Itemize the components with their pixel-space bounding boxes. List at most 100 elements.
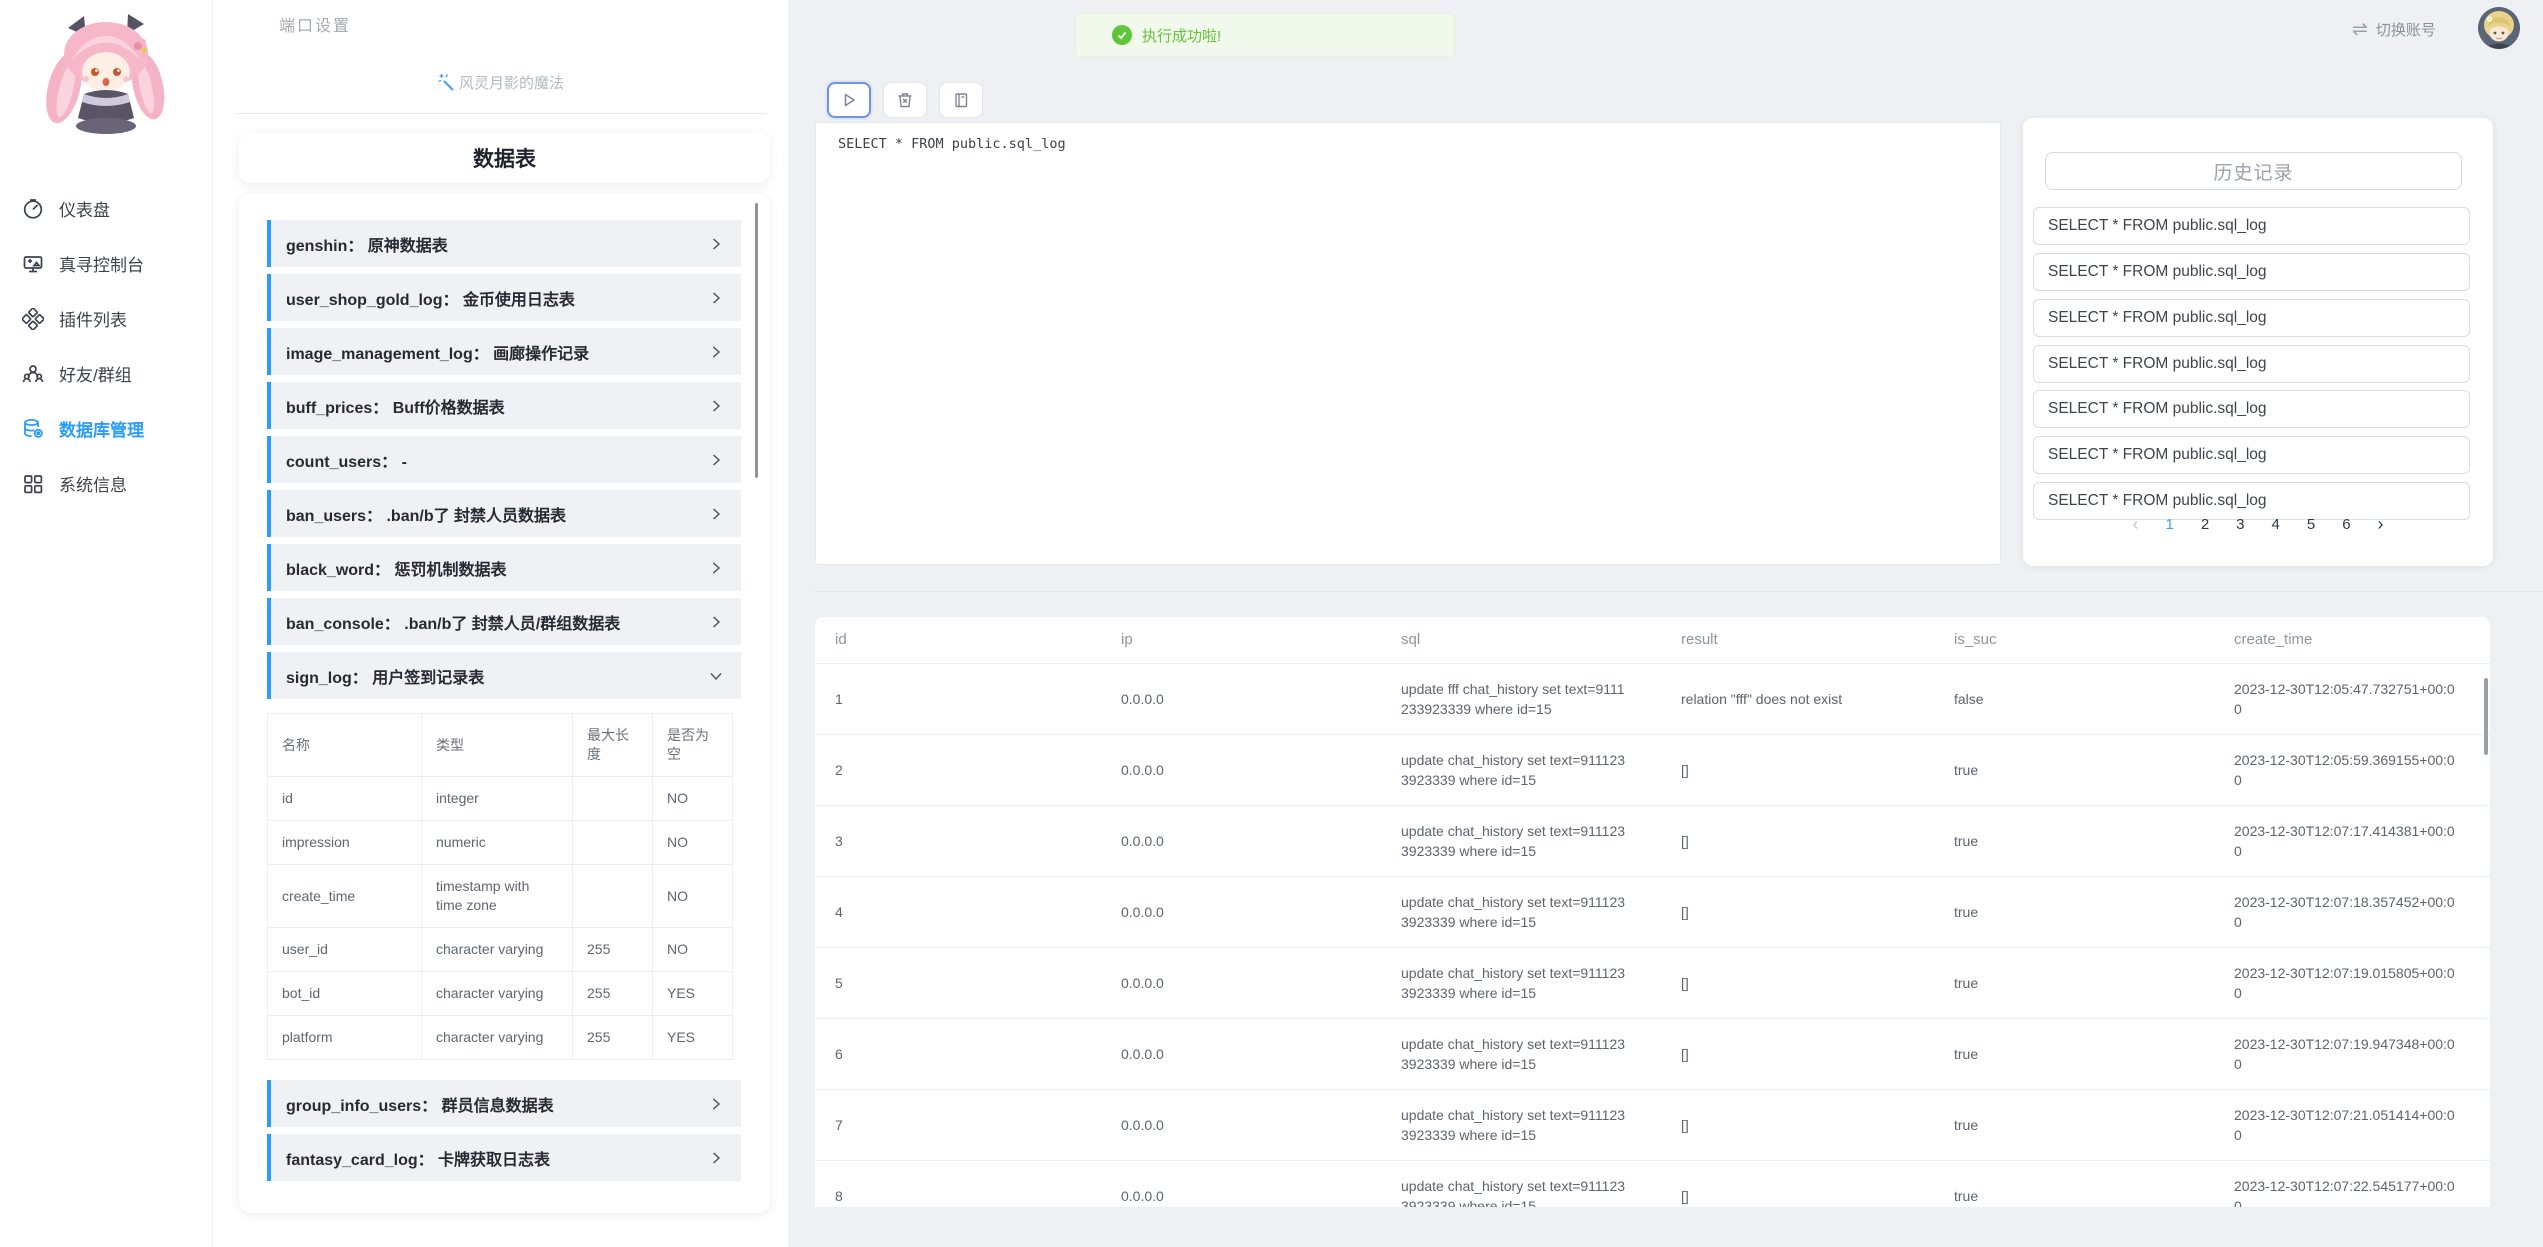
history-item[interactable]: SELECT * FROM public.sql_log — [2033, 299, 2470, 337]
pagination-page-1[interactable]: 1 — [2165, 516, 2173, 533]
run-icon — [840, 91, 858, 109]
pagination-page-6[interactable]: 6 — [2342, 516, 2350, 533]
sidebar-item-dashboard[interactable]: 仪表盘 — [0, 181, 212, 236]
table-list-item-group-info-users[interactable]: group_info_users： 群员信息数据表 — [267, 1080, 741, 1127]
results-row: 80.0.0.0update chat_history set text=911… — [815, 1160, 2490, 1207]
results-col-is-suc: is_suc — [1934, 617, 2214, 663]
sidebar-item-label: 真寻控制台 — [59, 251, 144, 276]
success-check-icon — [1112, 25, 1132, 45]
tables-panel-title: 数据表 — [239, 133, 770, 183]
pagination-page-5[interactable]: 5 — [2307, 516, 2315, 533]
table-list-item-fantasy-card-log[interactable]: fantasy_card_log： 卡牌获取日志表 — [267, 1134, 741, 1181]
chevron-right-icon — [709, 561, 723, 575]
chevron-right-icon — [709, 507, 723, 521]
sidebar-item-system-info[interactable]: 系统信息 — [0, 456, 212, 511]
table-list-item-count-users[interactable]: count_users： - — [267, 436, 741, 483]
sidebar-item-plugins[interactable]: 插件列表 — [0, 291, 212, 346]
results-row: 40.0.0.0update chat_history set text=911… — [815, 876, 2490, 947]
history-panel: 历史记录 SELECT * FROM public.sql_log SELECT… — [2023, 118, 2493, 566]
results-col-sql: sql — [1381, 617, 1661, 663]
pagination-page-3[interactable]: 3 — [2236, 516, 2244, 533]
history-item[interactable]: SELECT * FROM public.sql_log — [2033, 253, 2470, 291]
results-col-ip: ip — [1101, 617, 1381, 663]
table-list-item-buff-prices[interactable]: buff_prices： Buff价格数据表 — [267, 382, 741, 429]
sidebar-item-label: 数据库管理 — [59, 416, 144, 441]
logo-image — [26, 6, 186, 143]
swap-icon: ⇌ — [2352, 18, 2368, 41]
table-list-item-user-shop-gold-log[interactable]: user_shop_gold_log： 金币使用日志表 — [267, 274, 741, 321]
mascot-logo-illustration — [26, 6, 186, 138]
run-query-button[interactable] — [827, 82, 871, 118]
results-row: 70.0.0.0update chat_history set text=911… — [815, 1089, 2490, 1160]
chevron-right-icon — [709, 453, 723, 467]
results-col-result: result — [1661, 617, 1934, 663]
app-root: 仪表盘 真寻控制台 插件列表 — [0, 0, 2543, 1247]
pagination-page-4[interactable]: 4 — [2272, 516, 2280, 533]
chevron-right-icon — [709, 345, 723, 359]
sidebar-item-label: 好友/群组 — [59, 361, 132, 386]
tables-list-scrollbar[interactable] — [755, 203, 758, 478]
pagination-page-2[interactable]: 2 — [2201, 516, 2209, 533]
history-item[interactable]: SELECT * FROM public.sql_log — [2033, 390, 2470, 428]
results-row: 50.0.0.0update chat_history set text=911… — [815, 947, 2490, 1018]
history-item[interactable]: SELECT * FROM public.sql_log — [2033, 436, 2470, 474]
table-list-item-black-word[interactable]: black_word： 惩罚机制数据表 — [267, 544, 741, 591]
history-item[interactable]: SELECT * FROM public.sql_log — [2033, 345, 2470, 383]
pagination-prev-icon[interactable]: ‹ — [2132, 517, 2138, 532]
toast-message: 执行成功啦! — [1142, 25, 1221, 46]
chevron-right-icon — [709, 399, 723, 413]
gauge-icon — [22, 198, 44, 220]
history-item[interactable]: SELECT * FROM public.sql_log — [2033, 482, 2470, 520]
results-scrollbar[interactable] — [2484, 678, 2488, 755]
chevron-right-icon — [709, 291, 723, 305]
trash-icon — [896, 91, 914, 109]
sidebar-item-label: 仪表盘 — [59, 196, 110, 221]
table-list-item-genshin[interactable]: genshin： 原神数据表 — [267, 220, 741, 267]
schema-row: impressionnumericNO — [268, 821, 733, 865]
history-item[interactable]: SELECT * FROM public.sql_log — [2033, 207, 2470, 245]
magic-wand-icon — [437, 73, 456, 92]
schema-col-header: 最大长度 — [573, 714, 653, 777]
sidebar-item-friends[interactable]: 好友/群组 — [0, 346, 212, 401]
results-row: 30.0.0.0update chat_history set text=911… — [815, 805, 2490, 876]
history-pagination: ‹ 1 2 3 4 5 6 › — [2023, 516, 2493, 533]
sql-editor-content: SELECT * FROM public.sql_log — [838, 136, 1066, 152]
results-col-id: id — [815, 617, 1101, 663]
database-icon — [22, 418, 44, 440]
magic-banner: 风灵月影的魔法 — [213, 72, 788, 93]
table-list-item-ban-console[interactable]: ban_console： .ban/b了 封禁人员/群组数据表 — [267, 598, 741, 645]
results-panel: id ip sql result is_suc create_time 10.0… — [815, 617, 2490, 1207]
chevron-right-icon — [709, 1097, 723, 1111]
copy-icon — [952, 91, 970, 109]
user-avatar[interactable] — [2478, 7, 2520, 49]
friends-icon — [22, 363, 44, 385]
copy-query-button[interactable] — [939, 82, 983, 118]
results-header-row: id ip sql result is_suc create_time — [815, 617, 2490, 663]
schema-col-header: 名称 — [268, 714, 422, 777]
schema-row: platformcharacter varying255YES — [268, 1016, 733, 1060]
magic-banner-label: 风灵月影的魔法 — [459, 72, 564, 93]
pagination-next-icon[interactable]: › — [2378, 517, 2384, 532]
clear-query-button[interactable] — [883, 82, 927, 118]
sidebar-item-database[interactable]: 数据库管理 — [0, 401, 212, 456]
sidebar-menu: 仪表盘 真寻控制台 插件列表 — [0, 181, 212, 511]
success-toast: 执行成功啦! — [1075, 13, 1455, 57]
history-title: 历史记录 — [2045, 152, 2462, 190]
port-settings-button[interactable]: 端口设置 — [240, 5, 390, 42]
sql-editor[interactable]: SELECT * FROM public.sql_log — [815, 122, 2001, 565]
table-list-item-image-management-log[interactable]: image_management_log： 画廊操作记录 — [267, 328, 741, 375]
sidebar: 仪表盘 真寻控制台 插件列表 — [0, 0, 213, 1247]
avatar-illustration — [2478, 7, 2520, 49]
schema-row: idintegerNO — [268, 777, 733, 821]
sidebar-item-console[interactable]: 真寻控制台 — [0, 236, 212, 291]
switch-account-button[interactable]: ⇌ 切换账号 — [2352, 16, 2436, 42]
schema-row: create_timetimestamp with time zoneNO — [268, 865, 733, 928]
panel-divider — [235, 113, 766, 114]
table-list-item-ban-users[interactable]: ban_users： .ban/b了 封禁人员数据表 — [267, 490, 741, 537]
table-list-item-sign-log[interactable]: sign_log： 用户签到记录表 — [267, 652, 741, 699]
schema-col-header: 类型 — [422, 714, 573, 777]
schema-row: user_idcharacter varying255NO — [268, 928, 733, 972]
sidebar-item-label: 系统信息 — [59, 471, 127, 496]
sidebar-item-label: 插件列表 — [59, 306, 127, 331]
console-icon — [22, 253, 44, 275]
